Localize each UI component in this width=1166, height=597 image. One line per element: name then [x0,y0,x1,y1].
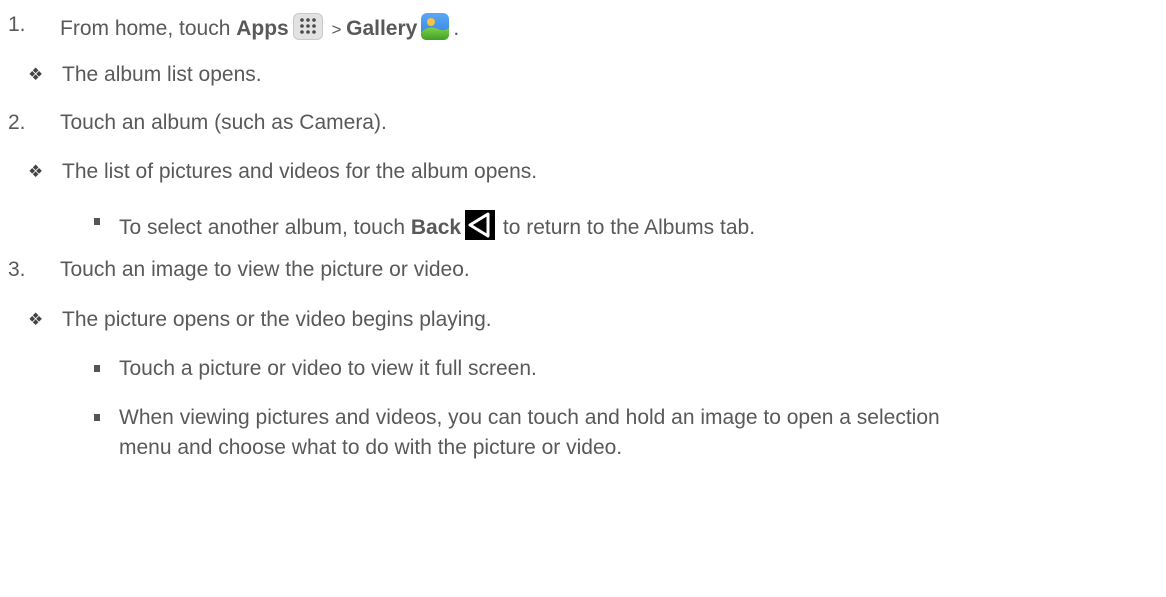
apps-label: Apps [236,17,289,40]
gallery-icon [420,13,450,41]
back-triangle-icon [465,210,496,240]
back-label: Back [410,216,462,239]
step-number: 2. [8,111,26,134]
square-bullet-icon [94,365,100,372]
square-bullet-icon [94,414,100,421]
diamond-bullet-icon: ❖ [28,65,44,84]
step-text: Touch an image to view the picture or vi… [60,258,470,281]
step-text: From home, touch Apps > Gallery. [60,13,459,42]
note-text: Touch a picture or video to view it full… [119,357,537,380]
step-1-prefix: From home, touch [60,17,237,40]
step-1-suffix: . [453,17,460,40]
note-suffix: to return to the Albums tab. [497,216,756,239]
step-number: 3. [8,258,26,281]
step-text: Touch an album (such as Camera). [60,111,387,134]
note-prefix: To select another album, touch [119,216,411,239]
note-text: To select another album, touch Back to r… [119,210,755,240]
result-text: The list of pictures and videos for the … [62,160,538,183]
square-bullet-icon [94,218,100,225]
note-text: menu and choose what to do with the pict… [119,436,623,459]
separator: > [326,20,347,39]
gallery-label: Gallery [346,17,418,40]
step-number: 1. [8,13,26,36]
note-text: When viewing pictures and videos, you ca… [119,406,940,429]
diamond-bullet-icon: ❖ [28,310,44,329]
result-text: The album list opens. [62,63,262,86]
result-text: The picture opens or the video begins pl… [62,308,492,331]
apps-grid-icon [292,13,324,41]
diamond-bullet-icon: ❖ [28,162,44,181]
